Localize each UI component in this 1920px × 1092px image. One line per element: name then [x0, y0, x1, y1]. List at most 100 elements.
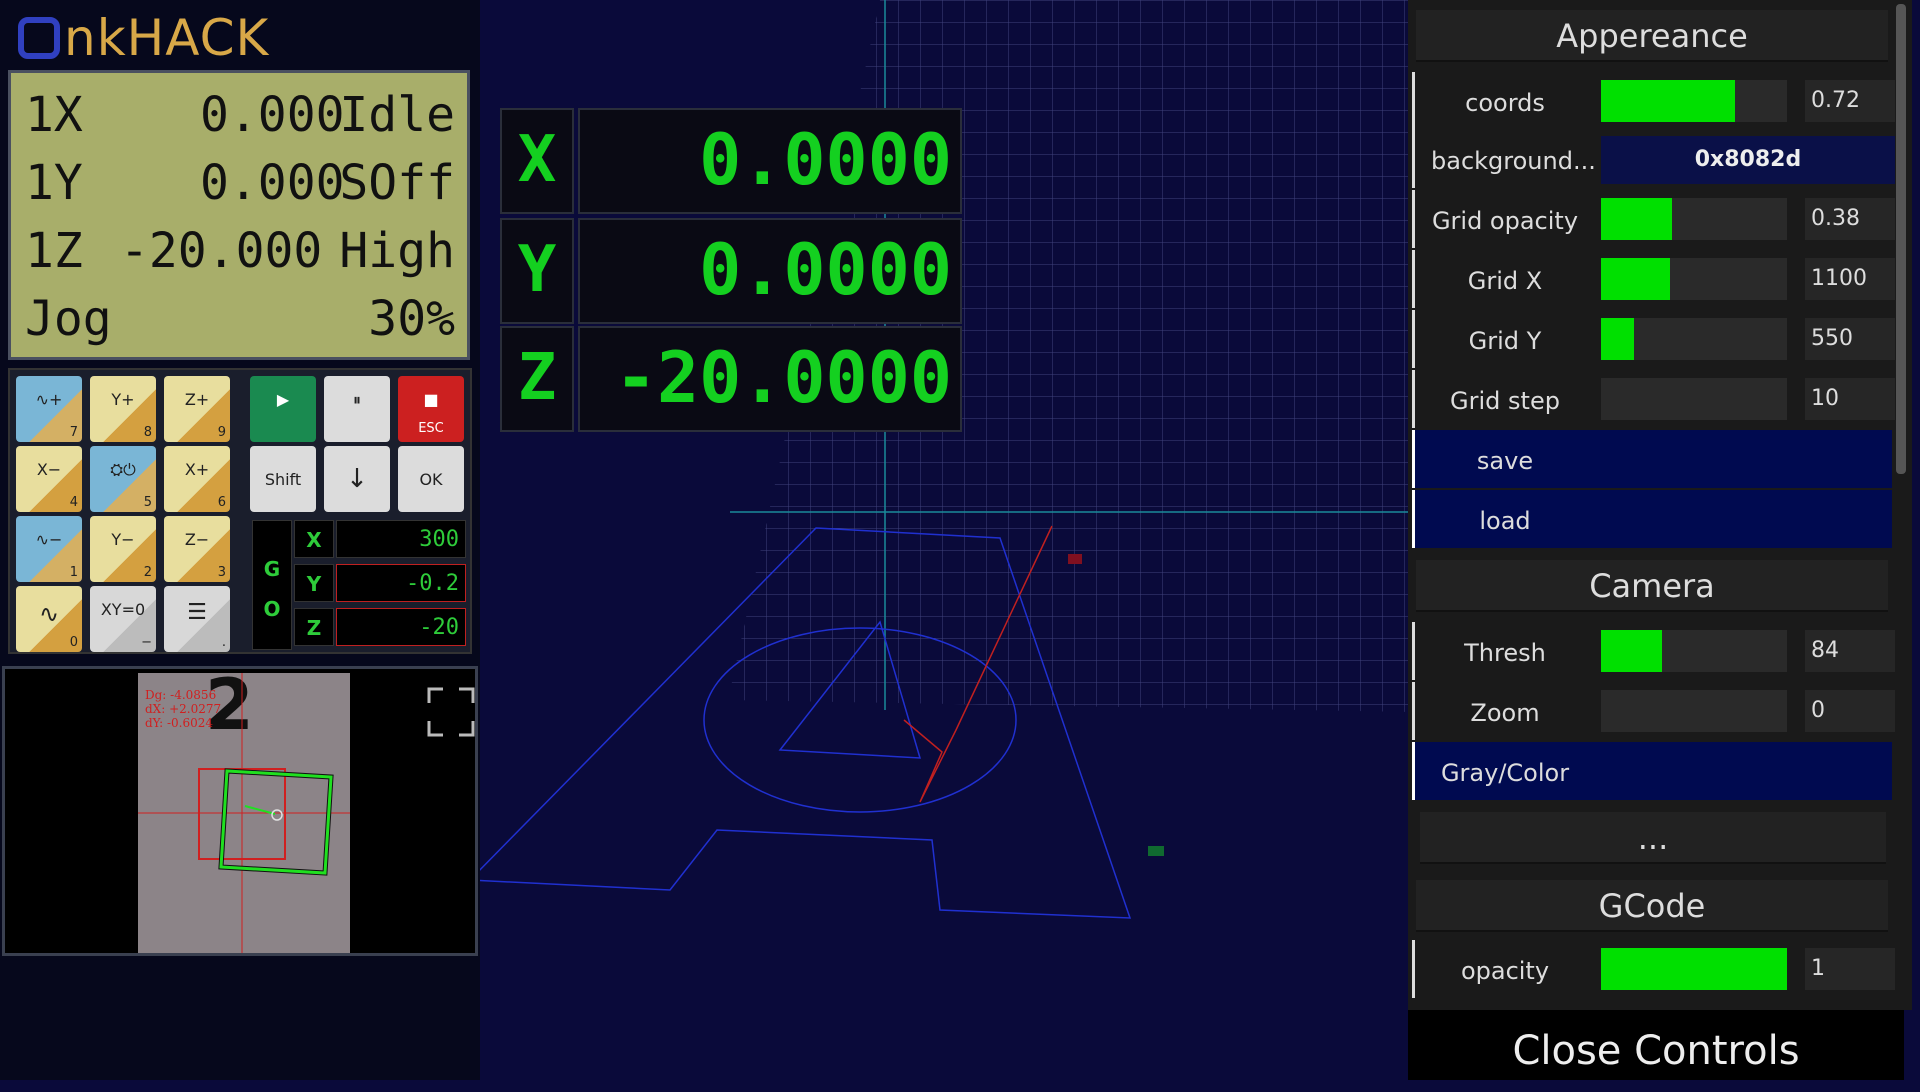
key-number: 1	[69, 565, 78, 580]
coords-value-input[interactable]: 0.72	[1805, 80, 1895, 122]
lcd-row: Jog 30%	[25, 291, 455, 351]
key-number: 9	[217, 425, 226, 440]
lcd-row: 1Z -20.000 High	[25, 223, 455, 283]
grid-x-slider[interactable]	[1601, 258, 1787, 300]
zoom-value-input[interactable]: 0	[1805, 690, 1895, 732]
slider-fill	[1601, 80, 1735, 122]
key-label: OK	[419, 470, 443, 489]
gcode-opacity-value-input[interactable]: 1	[1805, 948, 1895, 990]
key-number: 2	[143, 565, 152, 580]
menu-icon: ☰	[187, 600, 207, 625]
pause-key[interactable]: ⏸	[324, 376, 390, 442]
grid-x-row[interactable]: Grid X 1100	[1412, 250, 1895, 308]
go-x-row[interactable]: X 300	[294, 520, 466, 558]
more-button[interactable]: ...	[1420, 812, 1886, 864]
background-color-row[interactable]: background... 0x8082d	[1412, 130, 1895, 188]
control-label: opacity	[1460, 957, 1550, 985]
y-plus-key[interactable]: Y+ 8	[90, 376, 156, 442]
go-axis-label: X	[294, 520, 334, 558]
ok-key[interactable]: OK	[398, 446, 464, 512]
control-label: Grid Y	[1468, 327, 1542, 355]
thresh-value-input[interactable]: 84	[1805, 630, 1895, 672]
zoom-slider[interactable]	[1601, 690, 1787, 732]
go-letters: G O	[263, 557, 281, 621]
play-icon: ▶	[276, 390, 290, 409]
gcode-opacity-slider[interactable]	[1601, 948, 1787, 990]
app-logo: nkHACK	[18, 9, 270, 67]
wave-icon: ∿	[38, 600, 60, 628]
background-color-picker[interactable]: 0x8082d	[1601, 136, 1895, 184]
x-minus-key[interactable]: X− 4	[16, 446, 82, 512]
logo-text: nkHACK	[64, 9, 270, 67]
grid-y-row[interactable]: Grid Y 550	[1412, 310, 1895, 368]
key-number: 5	[143, 495, 152, 510]
coords-slider-row[interactable]: coords 0.72	[1412, 72, 1895, 130]
controls-panel: Appereance coords 0.72 background... 0x8…	[1408, 0, 1912, 1010]
shift-key[interactable]: Shift	[250, 446, 316, 512]
coords-slider[interactable]	[1601, 80, 1787, 122]
grid-opacity-row[interactable]: Grid opacity 0.38	[1412, 190, 1895, 248]
camera-overlay-dx: dX: +2.0277	[145, 702, 221, 716]
lcd-row-status: 30%	[368, 291, 455, 347]
go-x-input[interactable]: 300	[336, 520, 466, 558]
menu-key[interactable]: ☰.	[164, 586, 230, 652]
key-number: 7	[69, 425, 78, 440]
key-label: XY=0	[100, 600, 146, 619]
esc-key[interactable]: ■ ESC	[398, 376, 464, 442]
go-y-input[interactable]: -0.2	[336, 564, 466, 602]
jog-mode-key[interactable]: ∿ 0	[16, 586, 82, 652]
camera-view[interactable]: 2 Dg: -4.0856 dX: +2.0277 dY: -0.6024	[2, 666, 478, 956]
key-label: Y+	[111, 390, 135, 409]
key-label: X−	[36, 460, 62, 479]
grid-y-slider[interactable]	[1601, 318, 1787, 360]
zoom-row[interactable]: Zoom 0	[1412, 682, 1895, 740]
gray-color-button[interactable]: Gray/Color	[1412, 742, 1892, 800]
thresh-row[interactable]: Thresh 84	[1412, 622, 1895, 680]
spindle-icon: ⛭⏻	[110, 460, 136, 479]
z-plus-key[interactable]: Z+ 9	[164, 376, 230, 442]
grid-step-value-input[interactable]: 10	[1805, 378, 1895, 420]
go-axis-label: Y	[294, 564, 334, 602]
grid-x-value-input[interactable]: 1100	[1805, 258, 1895, 300]
jog-up-key[interactable]: ∿+ 7	[16, 376, 82, 442]
go-z-input[interactable]: -20	[336, 608, 466, 646]
down-key[interactable]: ↓	[324, 446, 390, 512]
z-minus-key[interactable]: Z− 3	[164, 516, 230, 582]
control-label: background...	[1431, 147, 1596, 175]
section-gcode-title[interactable]: GCode	[1416, 880, 1888, 932]
load-button[interactable]: load	[1412, 490, 1892, 548]
lcd-row-status: High	[339, 223, 455, 279]
left-panel: nkHACK 1X 0.000 Idle 1Y 0.000 SOff 1Z -2…	[0, 0, 480, 1080]
grid-step-row[interactable]: Grid step 10	[1412, 370, 1895, 428]
grid-opacity-value-input[interactable]: 0.38	[1805, 198, 1895, 240]
grid-opacity-slider[interactable]	[1601, 198, 1787, 240]
go-z-row[interactable]: Z -20	[294, 608, 466, 646]
slider-fill	[1601, 258, 1670, 300]
y-minus-key[interactable]: Y− 2	[90, 516, 156, 582]
x-plus-key[interactable]: X+ 6	[164, 446, 230, 512]
thresh-slider[interactable]	[1601, 630, 1787, 672]
spindle-key[interactable]: ⛭⏻ 5	[90, 446, 156, 512]
section-appearance-title[interactable]: Appereance	[1416, 10, 1888, 62]
save-button[interactable]: save	[1412, 430, 1892, 488]
close-controls-button[interactable]: Close Controls	[1408, 1010, 1904, 1080]
control-label: Grid X	[1467, 267, 1543, 295]
play-key[interactable]: ▶	[250, 376, 316, 442]
xy-zero-key[interactable]: XY=0 −	[90, 586, 156, 652]
jog-down-key[interactable]: ∿− 1	[16, 516, 82, 582]
lcd-row-label: 1X	[25, 87, 83, 143]
fullscreen-icon	[427, 687, 475, 737]
gcode-opacity-row[interactable]: opacity 1	[1412, 940, 1895, 998]
control-label: Zoom	[1470, 699, 1540, 727]
lcd-row-value: -20.000	[120, 223, 323, 279]
section-camera-title[interactable]: Camera	[1416, 560, 1888, 612]
grid-y-value-input[interactable]: 550	[1805, 318, 1895, 360]
lcd-display: 1X 0.000 Idle 1Y 0.000 SOff 1Z -20.000 H…	[8, 70, 470, 360]
keypad: ∿+ 7 Y+ 8 Z+ 9 ▶ ⏸ ■ ESC X− 4 ⛭⏻ 5 X+ 6 Shift ↓…	[8, 368, 472, 654]
controls-scrollbar[interactable]	[1896, 4, 1906, 474]
grid-step-slider[interactable]	[1601, 378, 1787, 420]
lcd-row-label: 1Y	[25, 155, 83, 211]
lcd-row: 1Y 0.000 SOff	[25, 155, 455, 215]
control-label: Grid step	[1450, 387, 1560, 415]
go-y-row[interactable]: Y -0.2	[294, 564, 466, 602]
